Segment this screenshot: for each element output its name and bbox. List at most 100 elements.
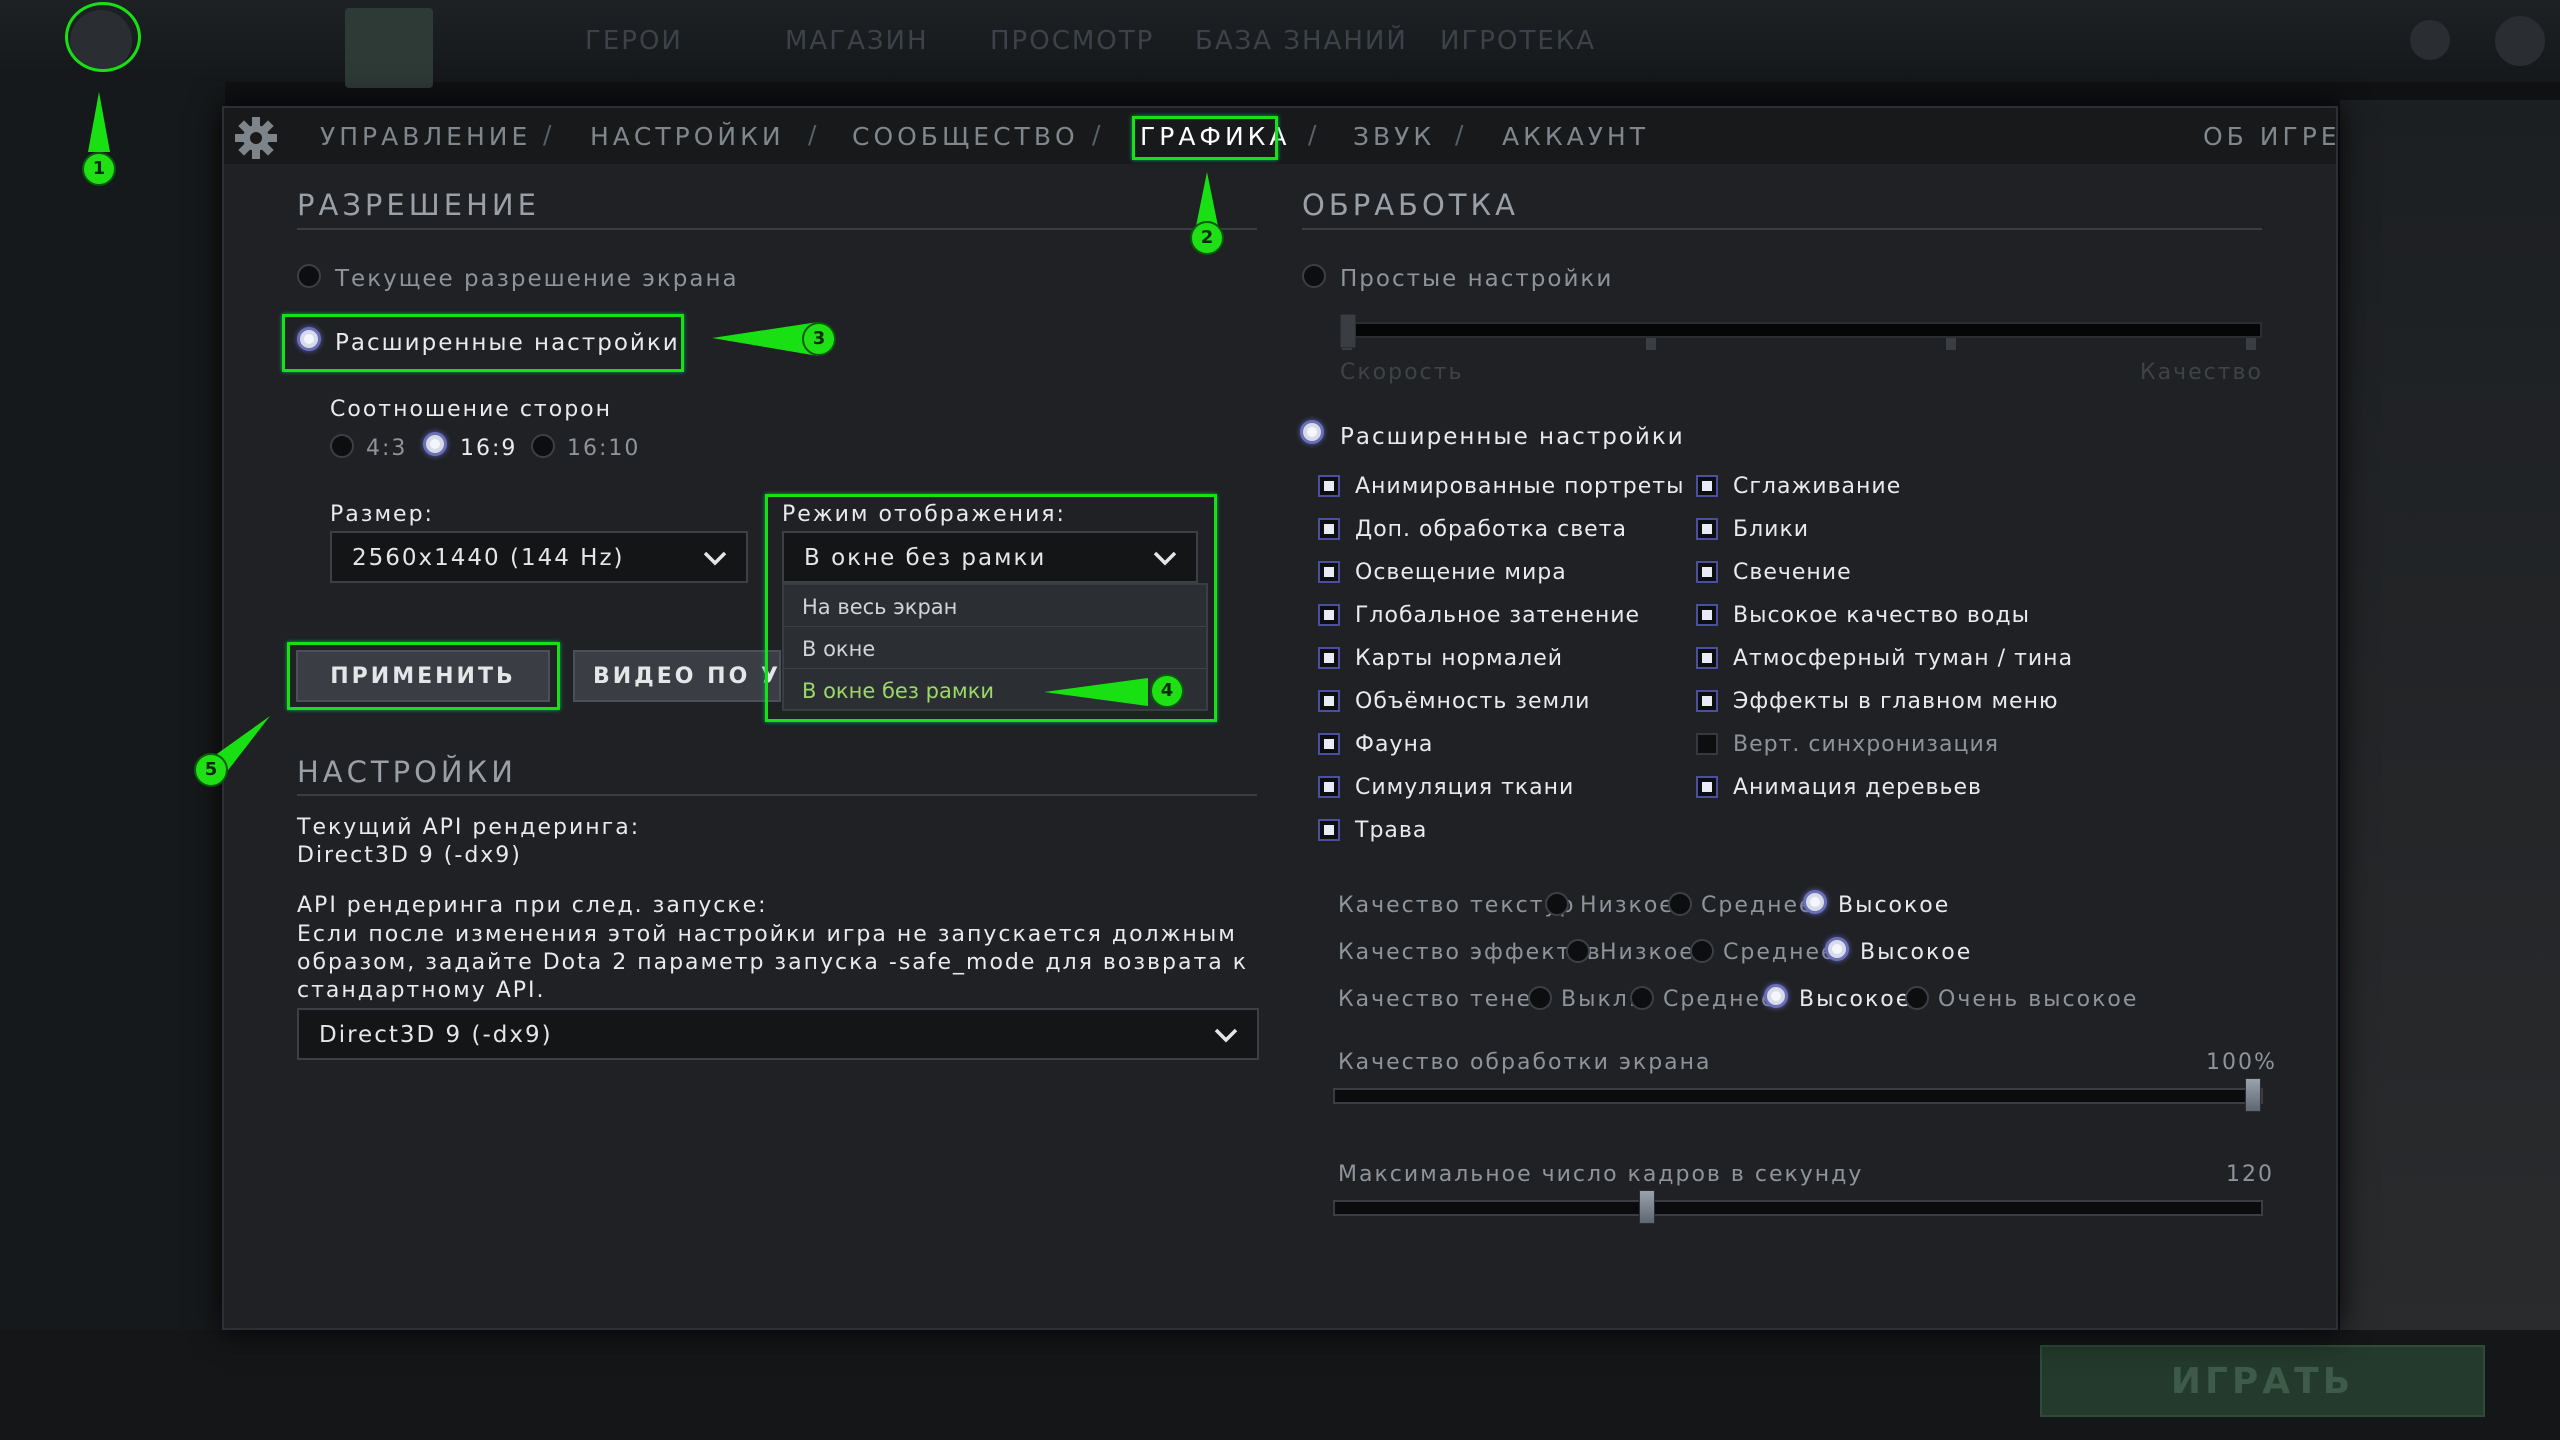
radio-simple-settings[interactable] bbox=[1302, 264, 1326, 288]
annotation-badge-5: 5 bbox=[194, 753, 228, 787]
checkbox[interactable] bbox=[1318, 776, 1340, 798]
checkbox-label: Объёмность земли bbox=[1355, 689, 1591, 714]
default-video-button[interactable]: ВИДЕО ПО УМО bbox=[573, 650, 781, 702]
radio-texture-low[interactable] bbox=[1545, 892, 1569, 916]
checkbox[interactable] bbox=[1696, 690, 1718, 712]
annotation-badge-1: 1 bbox=[82, 152, 116, 186]
checkbox[interactable] bbox=[1318, 561, 1340, 583]
tab-community[interactable]: СООБЩЕСТВО bbox=[852, 122, 1079, 151]
tab-separator: / bbox=[1092, 120, 1101, 149]
nav-watch[interactable]: ПРОСМОТР bbox=[990, 26, 1154, 56]
checkbox[interactable] bbox=[1696, 475, 1718, 497]
screen-quality-value: 100% bbox=[2206, 1050, 2277, 1075]
nav-arcade[interactable]: ИГРОТЕКА bbox=[1440, 26, 1596, 56]
dota-logo bbox=[345, 8, 433, 88]
aspect-4-3-label: 4:3 bbox=[366, 436, 408, 461]
shadow-quality-label: Качество теней bbox=[1338, 987, 1549, 1012]
quality-label: Качество bbox=[2140, 360, 2263, 385]
checkbox-label: Эффекты в главном меню bbox=[1733, 689, 2059, 714]
radio-texture-medium[interactable] bbox=[1668, 892, 1692, 916]
radio-aspect-16-10[interactable] bbox=[531, 434, 555, 458]
checkbox[interactable] bbox=[1318, 518, 1340, 540]
advanced-processing-label: Расширенные настройки bbox=[1340, 424, 1685, 450]
api-select[interactable]: Direct3D 9 (-dx9) bbox=[297, 1008, 1259, 1060]
checkbox[interactable] bbox=[1696, 518, 1718, 540]
checkbox-label: Атмосферный туман / тина bbox=[1733, 646, 2074, 671]
screen-quality-thumb[interactable] bbox=[2245, 1078, 2261, 1112]
annotation-box-advanced bbox=[282, 314, 684, 372]
radio-aspect-16-9[interactable] bbox=[423, 432, 447, 456]
nav-store[interactable]: МАГАЗИН bbox=[785, 26, 929, 56]
screen-quality-slider[interactable] bbox=[1333, 1088, 2263, 1104]
api-note-line-3: стандартному API. bbox=[297, 978, 546, 1003]
checkbox-label: Глобальное затенение bbox=[1355, 603, 1641, 628]
fps-limit-label: Максимальное число кадров в секунду bbox=[1338, 1162, 1864, 1187]
checkbox-label: Трава bbox=[1355, 818, 1428, 843]
nav-heroes[interactable]: ГЕРОИ bbox=[585, 26, 683, 56]
checkbox[interactable] bbox=[1318, 690, 1340, 712]
size-select[interactable]: 2560x1440 (144 Hz) bbox=[330, 531, 748, 583]
annotation-badge-2: 2 bbox=[1190, 221, 1224, 255]
checkbox[interactable] bbox=[1318, 475, 1340, 497]
radio-aspect-4-3[interactable] bbox=[330, 434, 354, 458]
radio-shadow-high[interactable] bbox=[1764, 984, 1788, 1008]
texture-high-label: Высокое bbox=[1838, 893, 1951, 918]
checkbox-label: Симуляция ткани bbox=[1355, 775, 1575, 800]
chevron-down-icon bbox=[1214, 1028, 1238, 1043]
radio-advanced-processing[interactable] bbox=[1300, 420, 1324, 444]
nav-learn[interactable]: БАЗА ЗНАНИЙ bbox=[1195, 26, 1408, 56]
fps-limit-thumb[interactable] bbox=[1638, 1190, 1655, 1224]
tab-account[interactable]: АККАУНТ bbox=[1502, 122, 1649, 151]
slider-tick bbox=[2246, 338, 2256, 350]
checkbox[interactable] bbox=[1696, 776, 1718, 798]
aspect-16-10-label: 16:10 bbox=[567, 436, 641, 461]
effects-low-label: Низкое bbox=[1600, 940, 1695, 965]
tab-separator: / bbox=[1455, 120, 1464, 149]
radio-effects-low[interactable] bbox=[1566, 939, 1590, 963]
simple-settings-label: Простые настройки bbox=[1340, 266, 1614, 292]
fps-limit-slider[interactable] bbox=[1333, 1200, 2263, 1216]
checkbox[interactable] bbox=[1318, 819, 1340, 841]
simple-slider-thumb[interactable] bbox=[1340, 314, 1356, 348]
checkbox[interactable] bbox=[1696, 561, 1718, 583]
tab-settings[interactable]: НАСТРОЙКИ bbox=[590, 122, 785, 151]
tab-separator: / bbox=[808, 120, 817, 149]
radio-effects-high[interactable] bbox=[1825, 937, 1849, 961]
radio-shadow-off[interactable] bbox=[1528, 986, 1552, 1010]
shadow-very-high-label: Очень высокое bbox=[1938, 987, 2139, 1012]
annotation-circle-gear bbox=[65, 2, 141, 72]
texture-quality-label: Качество текстур bbox=[1338, 893, 1576, 918]
tab-sound[interactable]: ЗВУК bbox=[1353, 122, 1435, 151]
annotation-badge-4: 4 bbox=[1150, 674, 1184, 708]
checkbox[interactable] bbox=[1696, 604, 1718, 626]
checkbox-label: Анимированные портреты bbox=[1355, 474, 1685, 499]
annotation-badge-3: 3 bbox=[802, 322, 836, 356]
client-profile-icon[interactable] bbox=[2495, 16, 2545, 66]
shadow-medium-label: Среднее bbox=[1663, 987, 1777, 1012]
chevron-down-icon bbox=[703, 551, 727, 566]
checkbox[interactable] bbox=[1318, 733, 1340, 755]
checkbox-label: Свечение bbox=[1733, 560, 1852, 585]
tab-control[interactable]: УПРАВЛЕНИЕ bbox=[320, 122, 531, 151]
checkbox[interactable] bbox=[1318, 604, 1340, 626]
radio-effects-medium[interactable] bbox=[1690, 939, 1714, 963]
tab-about[interactable]: ОБ ИГРЕ bbox=[2203, 122, 2341, 151]
checkbox[interactable] bbox=[1696, 647, 1718, 669]
radio-shadow-very-high[interactable] bbox=[1905, 986, 1929, 1010]
checkbox[interactable] bbox=[1318, 647, 1340, 669]
slider-tick bbox=[1946, 338, 1956, 350]
size-label: Размер: bbox=[330, 502, 434, 527]
settings-section-title: НАСТРОЙКИ bbox=[297, 755, 517, 789]
checkbox[interactable] bbox=[1696, 733, 1718, 755]
radio-current-resolution[interactable] bbox=[297, 264, 321, 288]
radio-shadow-medium[interactable] bbox=[1630, 986, 1654, 1010]
play-button[interactable]: ИГРАТЬ bbox=[2040, 1345, 2485, 1417]
shadow-high-label: Высокое bbox=[1799, 987, 1912, 1012]
simple-quality-slider[interactable] bbox=[1340, 322, 2262, 338]
fps-limit-value: 120 bbox=[2226, 1162, 2274, 1187]
tab-separator: / bbox=[543, 120, 552, 149]
checkbox-label: Верт. синхронизация bbox=[1733, 732, 1999, 757]
radio-texture-high[interactable] bbox=[1803, 890, 1827, 914]
checkbox-label: Освещение мира bbox=[1355, 560, 1567, 585]
client-menu-icon[interactable] bbox=[2410, 20, 2450, 60]
